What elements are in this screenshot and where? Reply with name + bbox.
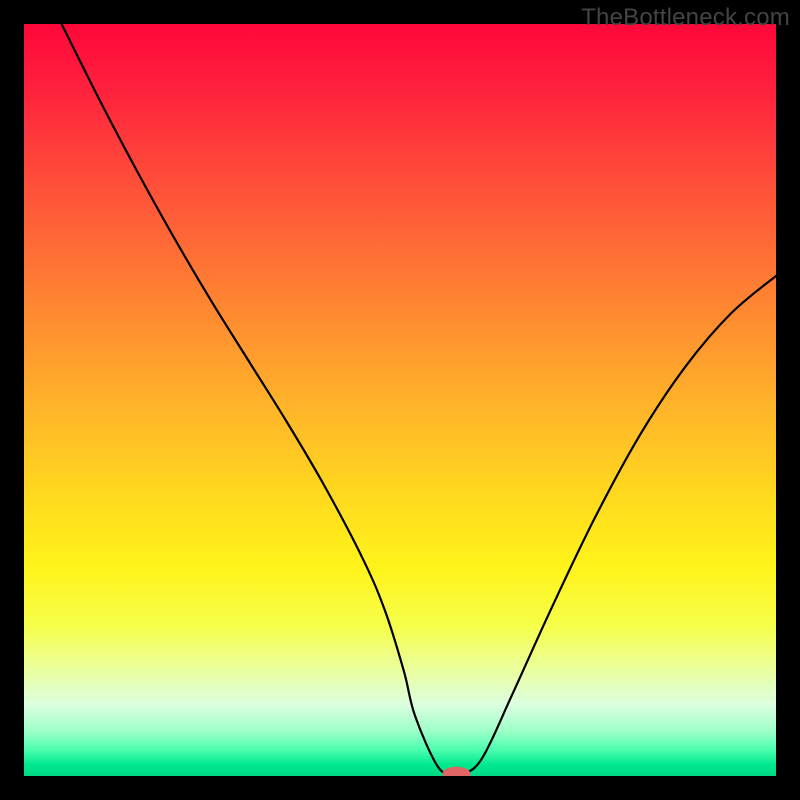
optimum-marker	[442, 767, 470, 781]
bottleneck-chart: TheBottleneck.com	[0, 0, 800, 800]
chart-svg	[0, 0, 800, 800]
attribution-label: TheBottleneck.com	[581, 4, 790, 32]
